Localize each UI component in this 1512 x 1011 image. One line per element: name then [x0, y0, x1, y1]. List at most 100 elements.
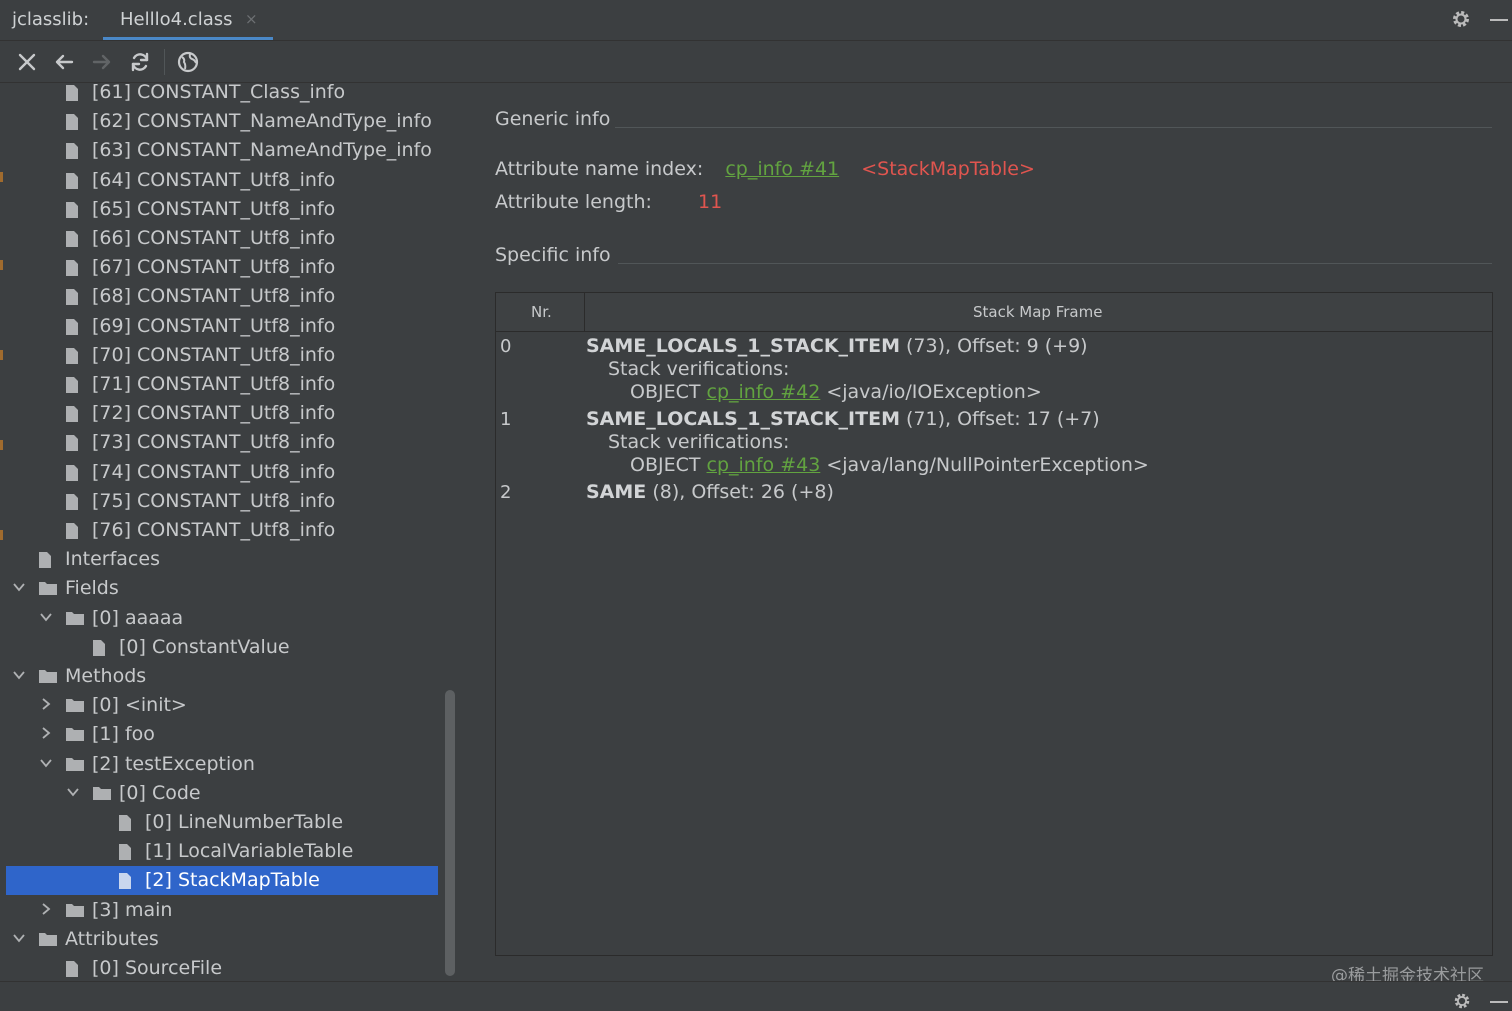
tree-item-label: [64] CONSTANT_Utf8_info — [92, 168, 336, 191]
title-bar: jclasslib: Helllo4.class × — [0, 0, 1512, 41]
tree-item-label: [0] <init> — [92, 694, 187, 717]
chevron-down-icon[interactable] — [39, 756, 53, 770]
frame-offset: (71), Offset: 17 (+7) — [899, 408, 1100, 430]
table-header: Nr. Stack Map Frame — [496, 293, 1492, 332]
file-icon — [66, 172, 78, 189]
column-header-stack-map-frame[interactable]: Stack Map Frame — [973, 303, 1102, 321]
file-icon — [66, 347, 78, 364]
tree-item-66-constant-utf8-info[interactable]: [66] CONSTANT_Utf8_info — [6, 224, 438, 253]
gutter-marker — [0, 172, 3, 182]
arrow-left-icon[interactable] — [52, 50, 76, 74]
tree-item-attributes[interactable]: Attributes — [6, 925, 438, 954]
tree-item-76-constant-utf8-info[interactable]: [76] CONSTANT_Utf8_info — [6, 516, 438, 545]
tree-item-0-constantvalue[interactable]: [0] ConstantValue — [6, 633, 438, 662]
verification-object: OBJECT cp_info #42 <java/io/IOException> — [630, 381, 1042, 403]
tree-item-69-constant-utf8-info[interactable]: [69] CONSTANT_Utf8_info — [6, 312, 438, 341]
tree-item-75-constant-utf8-info[interactable]: [75] CONSTANT_Utf8_info — [6, 487, 438, 516]
frame-type: SAME_LOCALS_1_STACK_ITEM — [586, 335, 900, 357]
tree-item-68-constant-utf8-info[interactable]: [68] CONSTANT_Utf8_info — [6, 282, 438, 311]
tree-item-label: [2] testException — [92, 752, 255, 775]
file-icon — [66, 523, 78, 539]
refresh-icon[interactable] — [128, 50, 152, 74]
tree-item-0-linenumbertable[interactable]: [0] LineNumberTable — [6, 808, 438, 837]
chevron-right-icon[interactable] — [39, 697, 53, 711]
arrow-right-icon[interactable] — [90, 50, 114, 74]
file-icon — [119, 844, 131, 861]
tree-item-63-constant-nameandtype-info[interactable]: [63] CONSTANT_NameAndType_info — [6, 136, 438, 165]
gear-icon[interactable] — [1450, 8, 1472, 30]
tree-item-fields[interactable]: Fields — [6, 574, 438, 603]
tree-item-1-localvariabletable[interactable]: [1] LocalVariableTable — [6, 837, 438, 866]
object-class: <java/io/IOException> — [820, 381, 1042, 403]
tree-item-2-stackmaptable[interactable]: [2] StackMapTable — [6, 866, 438, 896]
tree-item-label: [0] Code — [119, 781, 201, 804]
tab-helllo4-class[interactable]: Helllo4.class × — [103, 0, 273, 40]
attribute-name-index-label: Attribute name index: — [495, 158, 704, 180]
tree-item-3-main[interactable]: [3] main — [6, 896, 438, 925]
gutter-marker — [0, 260, 3, 270]
folder-icon — [66, 611, 84, 625]
tree-item-label: [2] StackMapTable — [145, 869, 320, 892]
object-cp-info-link[interactable]: cp_info #42 — [707, 381, 821, 403]
folder-icon — [39, 670, 57, 683]
tab-label: Helllo4.class — [120, 9, 233, 30]
verification-object: OBJECT cp_info #43 <java/lang/NullPointe… — [630, 454, 1149, 476]
chevron-down-icon[interactable] — [39, 610, 53, 624]
file-icon — [66, 961, 78, 977]
tree-item-label: [3] main — [92, 898, 173, 921]
tree-item-71-constant-utf8-info[interactable]: [71] CONSTANT_Utf8_info — [6, 370, 438, 399]
tree-item-61-constant-class-info[interactable]: [61] CONSTANT_Class_info — [6, 82, 438, 107]
file-icon — [66, 260, 78, 277]
chevron-down-icon[interactable] — [12, 931, 26, 945]
tree-item-65-constant-utf8-info[interactable]: [65] CONSTANT_Utf8_info — [6, 195, 438, 224]
object-cp-info-link[interactable]: cp_info #43 — [707, 454, 821, 476]
tree-item-62-constant-nameandtype-info[interactable]: [62] CONSTANT_NameAndType_info — [6, 107, 438, 136]
chevron-down-icon[interactable] — [12, 668, 26, 682]
tree-item-1-foo[interactable]: [1] foo — [6, 720, 438, 749]
stack-verifications-label: Stack verifications: — [608, 358, 790, 380]
file-icon — [39, 552, 51, 569]
folder-icon — [93, 786, 111, 800]
tree-item-70-constant-utf8-info[interactable]: [70] CONSTANT_Utf8_info — [6, 341, 438, 370]
tree-item-2-testexception[interactable]: [2] testException — [6, 750, 438, 779]
attribute-length-value: 11 — [698, 191, 723, 213]
tree-item-0-aaaaa[interactable]: [0] aaaaa — [6, 604, 438, 633]
specific-info-title: Specific info — [495, 244, 611, 266]
tree-item-0-init[interactable]: [0] <init> — [6, 691, 438, 720]
tree-item-label: Methods — [65, 665, 147, 687]
minimize-icon[interactable] — [1490, 1001, 1508, 1003]
chevron-right-icon[interactable] — [39, 726, 53, 740]
tree-item-label: [74] CONSTANT_Utf8_info — [92, 460, 336, 483]
folder-icon — [66, 699, 84, 713]
tab-close-icon[interactable]: × — [245, 10, 258, 28]
gear-icon[interactable] — [1452, 991, 1472, 1011]
globe-icon[interactable] — [176, 50, 200, 74]
tree-item-label: [0] LineNumberTable — [145, 811, 344, 833]
column-header-nr[interactable]: Nr. — [531, 303, 552, 321]
tree-item-0-sourcefile[interactable]: [0] SourceFile — [6, 954, 438, 980]
chevron-down-icon[interactable] — [66, 785, 80, 799]
tree-item-0-code[interactable]: [0] Code — [6, 779, 438, 808]
tree-scrollbar[interactable] — [445, 690, 455, 976]
tree-item-methods[interactable]: Methods — [6, 662, 438, 691]
tree-item-label: [62] CONSTANT_NameAndType_info — [92, 110, 432, 133]
tree-item-interfaces[interactable]: Interfaces — [6, 545, 438, 574]
tree-item-label: [76] CONSTANT_Utf8_info — [92, 519, 336, 541]
close-icon[interactable] — [15, 50, 39, 74]
tree-item-73-constant-utf8-info[interactable]: [73] CONSTANT_Utf8_info — [6, 428, 438, 457]
tree-item-label: [0] SourceFile — [92, 957, 223, 979]
minimize-icon[interactable] — [1490, 19, 1508, 21]
tree-item-67-constant-utf8-info[interactable]: [67] CONSTANT_Utf8_info — [6, 253, 438, 282]
tree-item-74-constant-utf8-info[interactable]: [74] CONSTANT_Utf8_info — [6, 458, 438, 487]
tree-item-72-constant-utf8-info[interactable]: [72] CONSTANT_Utf8_info — [6, 399, 438, 428]
tree-item-64-constant-utf8-info[interactable]: [64] CONSTANT_Utf8_info — [6, 166, 438, 195]
attribute-name-index-row: Attribute name index: cp_info #41 <Stack… — [495, 158, 1035, 180]
chevron-right-icon[interactable] — [39, 902, 53, 916]
attribute-name-index-link[interactable]: cp_info #41 — [725, 158, 839, 180]
tree-item-label: [1] LocalVariableTable — [145, 840, 354, 863]
attribute-length-label: Attribute length: — [495, 191, 652, 213]
file-icon — [66, 493, 78, 510]
file-icon — [93, 639, 105, 656]
chevron-down-icon[interactable] — [12, 580, 26, 594]
folder-icon — [39, 582, 57, 596]
